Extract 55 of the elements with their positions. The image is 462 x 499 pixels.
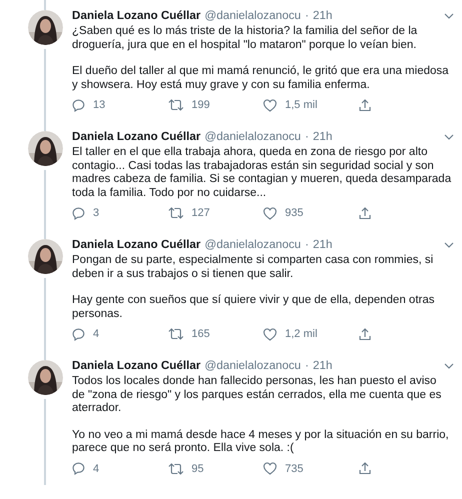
author-handle[interactable]: @danielalozanocu (204, 237, 301, 253)
tweet-text: ¿Saben qué es lo más triste de la historia? la familia del señor de la droguería, jura que en el hospital "lo mataron" porque lo veían bien. (72, 25, 418, 52)
reply-count: 4 (93, 462, 100, 476)
reply-count: 3 (93, 206, 100, 220)
reply-icon[interactable] (72, 328, 85, 340)
retweet-icon[interactable] (168, 207, 184, 219)
retweet-count: 199 (192, 98, 210, 112)
like-count: 1,5 mil (285, 98, 318, 112)
heart-icon[interactable] (263, 98, 277, 112)
reply-icon[interactable] (72, 206, 85, 220)
separator-dot: · (304, 237, 309, 253)
author-handle[interactable]: @danielalozanocu (204, 8, 301, 24)
share-icon[interactable] (358, 206, 370, 220)
like-count: 935 (285, 206, 304, 220)
reply-count: 13 (93, 98, 106, 112)
author-handle[interactable]: @danielalozanocu (204, 358, 301, 374)
heart-icon[interactable] (263, 206, 277, 220)
retweet-count: 95 (192, 462, 204, 476)
chevron-down-icon[interactable] (444, 242, 454, 248)
author-name[interactable]: Daniela Lozano Cuéllar (72, 129, 201, 145)
author-name[interactable]: Daniela Lozano Cuéllar (72, 237, 201, 253)
share-icon[interactable] (358, 462, 370, 475)
tweet-text: Hay gente con sueños que sí quiere vivir y que de ella, dependen otras personas. (72, 294, 436, 321)
tweet-text: El dueño del taller al que mi mamá renunció, le gritó que era una miedosa y showsera. Hoy está muy grave y con su familia enferma. (72, 65, 450, 92)
retweet-icon[interactable] (168, 462, 184, 474)
heart-icon[interactable] (263, 328, 277, 340)
tweet-text: Pongan de su parte, especialmente si comparten casa con rommies, si deben ir a sus trabajos o si tienen que salir. (72, 254, 434, 281)
author-name[interactable]: Daniela Lozano Cuéllar (72, 358, 201, 374)
tweet-text: El taller en el que ella trabaja ahora, queda en zona de riesgo por alto contagio... Casi todas las trabajadoras están sin seguridad social y son madres cabeza de familia. Si se contagian y mueren, queda desamparada toda la familia. Todo por no cuidarse... (72, 146, 452, 200)
like-count: 735 (285, 462, 304, 476)
tweet-time[interactable]: 21h (312, 8, 332, 24)
separator-dot: · (304, 358, 309, 374)
share-icon[interactable] (358, 328, 370, 340)
author-handle[interactable]: @danielalozanocu (204, 129, 301, 145)
retweet-icon[interactable] (168, 99, 184, 111)
reply-icon[interactable] (72, 462, 85, 475)
separator-dot: · (304, 129, 309, 145)
tweet-time[interactable]: 21h (312, 358, 332, 374)
retweet-count: 127 (192, 206, 210, 220)
chevron-down-icon[interactable] (444, 12, 454, 19)
separator-dot: · (304, 8, 309, 24)
heart-icon[interactable] (263, 462, 277, 475)
tweet-text: Yo no veo a mi mamá desde hace 4 meses y por la situación en su barrio, parece que no será pronto. Ella vive sola. :( (72, 428, 450, 456)
retweet-count: 165 (192, 327, 210, 341)
tweet-time[interactable]: 21h (312, 129, 332, 145)
share-icon[interactable] (358, 98, 370, 112)
retweet-icon[interactable] (168, 328, 184, 340)
chevron-down-icon[interactable] (444, 134, 454, 140)
reply-icon[interactable] (72, 98, 85, 112)
like-count: 1,2 mil (285, 327, 318, 341)
tweet-text: Todos los locales donde han fallecido personas, les han puesto el aviso de "zona de riesgo" y los parques están cerrados, ella me cuenta que es aterrador. (72, 375, 442, 416)
tweet-time[interactable]: 21h (312, 237, 332, 253)
chevron-down-icon[interactable] (444, 362, 454, 369)
reply-count: 4 (93, 327, 100, 341)
author-name[interactable]: Daniela Lozano Cuéllar (72, 8, 201, 24)
